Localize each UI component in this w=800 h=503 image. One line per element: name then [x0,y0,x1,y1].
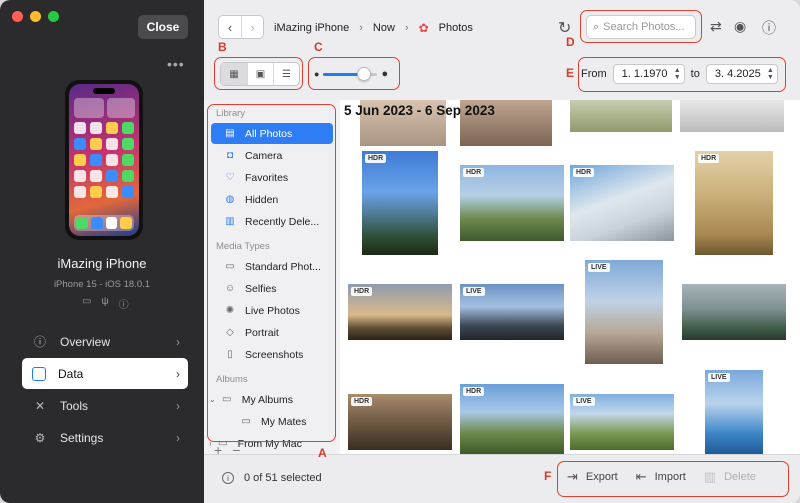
info-icon[interactable]: i [222,472,234,484]
photo-thumbnail[interactable]: HDR [460,384,564,454]
forward-button[interactable]: › [241,16,263,38]
photo-grid: 5 Jun 2023 - 6 Sep 2023 HDR HDR HDR HDR … [340,100,800,454]
more-options-icon[interactable]: ••• [167,56,185,72]
annotation-label-e: E [566,66,575,80]
chevron-right-icon: › [359,22,363,34]
annotation-box-c [308,57,400,90]
breadcrumb-photos[interactable]: Photos [439,22,473,34]
hdr-badge: HDR [698,154,720,163]
hdr-badge: HDR [463,387,485,396]
hdr-badge: LIVE [573,397,595,406]
annotation-label-c: C [314,40,323,54]
photo-thumbnail[interactable]: HDR [570,165,674,241]
back-button[interactable]: ‹ [219,16,241,38]
help-icon[interactable]: ⓘ [762,18,776,38]
usb-icon: ψ [101,296,109,307]
live-badge: LIVE [708,373,730,382]
remove-album-button[interactable]: − [232,442,240,458]
annotation-box-a [207,104,336,442]
app-window: Close ••• iMazing iPhone iPhone 15 - iOS… [0,0,800,503]
device-subtitle: iPhone 15 - iOS 18.0.1 [53,279,151,290]
main-area: ‹ › iMazing iPhone › Now › ✿ Photos ↻ ⌕ … [204,0,800,503]
photo-thumbnail[interactable]: LIVE [705,370,763,454]
photos-app-icon: ✿ [418,21,429,35]
device-nav: ⓘ Overview › Data › ✕ Tools › ⚙ Settings… [22,326,188,454]
annotation-label-a: A [318,446,327,460]
info-icon[interactable]: ⓘ [119,296,129,311]
hdr-badge: HDR [463,168,485,177]
nav-label: Tools [60,398,89,413]
hdr-badge: HDR [351,397,373,406]
transfer-icon[interactable]: ⇄ [710,18,722,35]
minimize-window-icon[interactable] [30,11,41,22]
live-badge: LIVE [463,287,485,296]
photo-thumbnail[interactable]: HDR [460,165,564,241]
annotation-box-f [557,461,789,497]
info-circle-icon: ⓘ [33,335,46,349]
photo-thumbnail[interactable]: HDR [362,151,438,255]
annotation-box-e [578,57,786,92]
square-icon [32,366,46,381]
date-range-heading: 5 Jun 2023 - 6 Sep 2023 [344,103,495,118]
annotation-box-b [214,57,303,90]
photo-thumbnail[interactable]: LIVE [570,394,674,450]
nav-item-settings[interactable]: ⚙ Settings › [22,422,188,453]
close-button[interactable]: Close [138,15,188,39]
device-name: iMazing iPhone [57,256,147,271]
device-status-icons: ▭ ψ ⓘ [82,296,129,311]
photo-thumbnail[interactable] [570,100,672,132]
chevron-right-icon: › [404,22,409,34]
hdr-badge: HDR [573,168,595,177]
photo-thumbnail[interactable]: HDR [348,394,452,450]
zoom-window-icon[interactable] [48,11,59,22]
history-nav: ‹ › [218,15,264,39]
nav-label: Overview [60,334,111,349]
close-window-icon[interactable] [12,11,23,22]
nav-item-overview[interactable]: ⓘ Overview › [22,326,188,357]
add-album-button[interactable]: + [214,442,222,458]
photo-thumbnail[interactable]: HDR [695,151,773,255]
chevron-right-icon: › [176,398,180,413]
device-image [65,80,143,240]
breadcrumb: iMazing iPhone › Now › ✿ Photos [274,21,473,35]
photo-thumbnail[interactable]: LIVE [460,284,564,340]
photo-thumbnail[interactable]: HDR [348,284,452,340]
album-add-remove: + − [214,442,240,458]
device-panel: Close ••• iMazing iPhone iPhone 15 - iOS… [0,0,204,503]
breadcrumb-backup[interactable]: Now [373,22,395,34]
hdr-badge: HDR [365,154,387,163]
tools-icon: ✕ [34,398,46,413]
photo-thumbnail[interactable]: LIVE [585,260,663,364]
nav-item-data[interactable]: Data › [22,358,188,389]
battery-icon: ▭ [82,296,92,307]
selection-count: 0 of 51 selected [244,472,322,484]
annotation-box-d [580,10,702,43]
window-controls [12,11,59,22]
live-badge: LIVE [588,263,610,272]
chevron-right-icon: › [176,430,180,445]
breadcrumb-device[interactable]: iMazing iPhone [274,22,349,34]
hdr-badge: HDR [351,287,373,296]
selection-status: i 0 of 51 selected [222,472,322,484]
annotation-label-f: F [544,469,552,483]
nav-label: Data [58,366,84,381]
annotation-label-d: D [566,35,575,49]
annotation-label-b: B [218,40,227,54]
nav-label: Settings [60,430,104,445]
photo-thumbnail[interactable] [680,100,784,132]
nav-item-tools[interactable]: ✕ Tools › [22,390,188,421]
account-icon[interactable]: ◉ [734,18,746,35]
chevron-right-icon: › [176,334,180,349]
gear-icon: ⚙ [34,430,46,445]
chevron-right-icon: › [176,366,180,381]
photo-thumbnail[interactable] [682,284,786,340]
